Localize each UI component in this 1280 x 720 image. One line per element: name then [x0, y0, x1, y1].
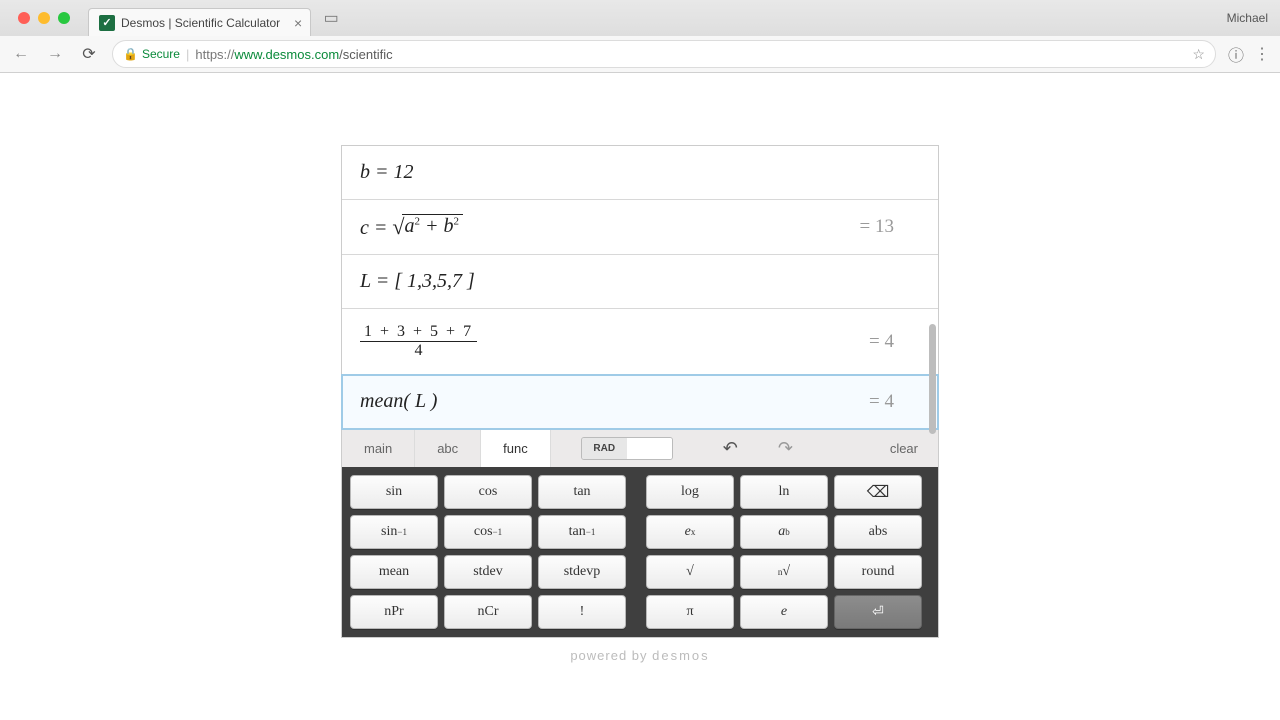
- expression-text: mean( L ): [360, 390, 869, 413]
- reload-button[interactable]: ⟳: [78, 43, 100, 65]
- key-[interactable]: !: [538, 595, 626, 629]
- key-sin[interactable]: sin−1: [350, 515, 438, 549]
- key[interactable]: round: [834, 555, 922, 589]
- tab-title: Desmos | Scientific Calculator: [121, 16, 280, 30]
- expression-result: = 4: [869, 391, 894, 413]
- tab-main[interactable]: main: [342, 430, 415, 467]
- expression-text: 1 + 3 + 5 + 74: [360, 323, 869, 360]
- secure-lock-icon: 🔒 Secure: [123, 47, 180, 61]
- key[interactable]: n√: [740, 555, 828, 589]
- key[interactable]: abs: [834, 515, 922, 549]
- url-text: https://www.desmos.com/scientific: [195, 47, 392, 62]
- maximize-window-button[interactable]: [58, 12, 70, 24]
- browser-toolbar: ← → ⟳ 🔒 Secure | https://www.desmos.com/…: [0, 36, 1280, 72]
- angle-mode-toggle[interactable]: RAD: [581, 437, 673, 460]
- footer-prefix: powered by: [570, 648, 652, 663]
- expression-row[interactable]: L = [ 1,3,5,7 ]: [342, 255, 938, 309]
- keypad-tab-bar: main abc func RAD ↶ ↷ clear: [342, 429, 938, 467]
- browser-tab[interactable]: ✓ Desmos | Scientific Calculator ×: [88, 8, 311, 36]
- calculator: b = 12 c = √a2 + b2= 13 L = [ 1,3,5,7 ] 1 +…: [341, 145, 939, 638]
- expression-row[interactable]: mean( L )= 4: [342, 375, 938, 429]
- tab-close-icon[interactable]: ×: [294, 15, 302, 31]
- undo-redo: ↶ ↷: [723, 430, 793, 467]
- close-window-button[interactable]: [18, 12, 30, 24]
- key-npr[interactable]: nPr: [350, 595, 438, 629]
- key[interactable]: ex: [646, 515, 734, 549]
- minimize-window-button[interactable]: [38, 12, 50, 24]
- key[interactable]: ln: [740, 475, 828, 509]
- tab-bar: ✓ Desmos | Scientific Calculator × ▭ Mic…: [0, 0, 1280, 36]
- footer: powered by desmos: [0, 648, 1280, 663]
- key[interactable]: log: [646, 475, 734, 509]
- footer-brand: desmos: [652, 648, 710, 663]
- back-button[interactable]: ←: [10, 43, 32, 65]
- favicon-icon: ✓: [99, 15, 115, 31]
- expression-row[interactable]: b = 12: [342, 146, 938, 200]
- expression-result: = 4: [869, 331, 894, 353]
- new-tab-button[interactable]: ▭: [319, 8, 343, 28]
- undo-button[interactable]: ↶: [723, 438, 738, 459]
- key[interactable]: π: [646, 595, 734, 629]
- forward-button: →: [44, 43, 66, 65]
- key[interactable]: ⏎: [834, 595, 922, 629]
- secure-label: Secure: [142, 47, 180, 61]
- bookmark-star-icon[interactable]: ☆: [1192, 46, 1205, 63]
- expression-list: b = 12 c = √a2 + b2= 13 L = [ 1,3,5,7 ] 1 +…: [342, 146, 938, 429]
- keypad: sincostansin−1cos−1tan−1meanstdevstdevpn…: [342, 467, 938, 637]
- clear-button[interactable]: clear: [870, 430, 938, 467]
- key-mean[interactable]: mean: [350, 555, 438, 589]
- redo-button: ↷: [778, 438, 793, 459]
- expression-row[interactable]: c = √a2 + b2= 13: [342, 200, 938, 255]
- rad-option[interactable]: RAD: [582, 438, 627, 459]
- expression-text: L = [ 1,3,5,7 ]: [360, 270, 894, 293]
- key[interactable]: e: [740, 595, 828, 629]
- key-tan[interactable]: tan−1: [538, 515, 626, 549]
- expression-text: b = 12: [360, 161, 894, 184]
- scrollbar[interactable]: [929, 324, 936, 434]
- info-icon[interactable]: ⓘ: [1228, 42, 1244, 66]
- key-sin[interactable]: sin: [350, 475, 438, 509]
- profile-label[interactable]: Michael: [1227, 11, 1280, 25]
- keypad-left: sincostansin−1cos−1tan−1meanstdevstdevpn…: [350, 475, 626, 629]
- tab-func[interactable]: func: [481, 429, 551, 467]
- expression-row[interactable]: 1 + 3 + 5 + 74= 4: [342, 309, 938, 375]
- key[interactable]: ab: [740, 515, 828, 549]
- tab-abc[interactable]: abc: [415, 430, 481, 467]
- expression-text: c = √a2 + b2: [360, 214, 860, 240]
- menu-icon[interactable]: ⋮: [1254, 44, 1270, 64]
- key-stdev[interactable]: stdev: [444, 555, 532, 589]
- address-bar[interactable]: 🔒 Secure | https://www.desmos.com/scient…: [112, 40, 1216, 68]
- expression-result: = 13: [860, 216, 894, 238]
- deg-option[interactable]: [627, 438, 672, 459]
- keypad-right: logln⌫ exababs √n√round πe⏎: [646, 475, 922, 629]
- key-tan[interactable]: tan: [538, 475, 626, 509]
- key-cos[interactable]: cos−1: [444, 515, 532, 549]
- key[interactable]: √: [646, 555, 734, 589]
- browser-chrome: ✓ Desmos | Scientific Calculator × ▭ Mic…: [0, 0, 1280, 73]
- window-controls: [8, 12, 80, 24]
- key-ncr[interactable]: nCr: [444, 595, 532, 629]
- key[interactable]: ⌫: [834, 475, 922, 509]
- key-cos[interactable]: cos: [444, 475, 532, 509]
- key-stdevp[interactable]: stdevp: [538, 555, 626, 589]
